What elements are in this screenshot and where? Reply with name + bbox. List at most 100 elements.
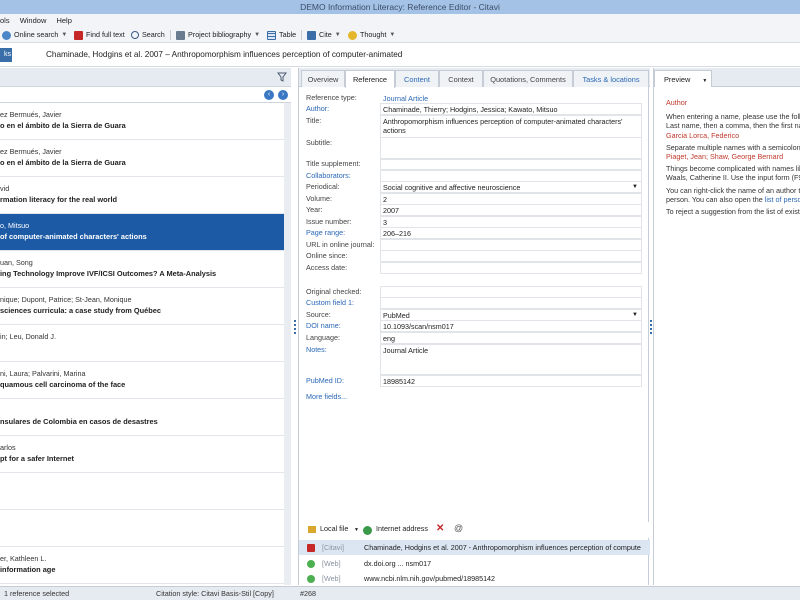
reference-list-scrollbar[interactable] [284, 103, 291, 585]
project-bibliography-button[interactable]: Project bibliography ▼ [176, 27, 260, 42]
internet-address-button[interactable]: Internet address [376, 524, 428, 533]
chevron-down-icon[interactable]: ▼ [632, 311, 638, 320]
reference-title: information age [0, 565, 56, 574]
find-full-text-button[interactable]: Find full text [74, 27, 125, 42]
reference-authors: ez Bermués, Javier [0, 147, 62, 156]
search-button[interactable]: Search [131, 27, 165, 42]
thought-bubble-icon [348, 30, 357, 40]
reference-authors: nique; Dupont, Patrice; St-Jean, Monique [0, 295, 132, 304]
reference-authors: uan, Song [0, 258, 33, 267]
reference-list-item[interactable]: ni, Laura; Palvarini, Marina quamous cell… [0, 362, 284, 399]
menu-window[interactable]: Window [20, 14, 47, 27]
reference-title: ing Technology Improve IVF/ICSI Outcomes… [0, 269, 217, 278]
field-value: PubMed [383, 311, 410, 320]
reference-list: ez Bermués, Javier o en el ámbito de la S… [0, 103, 284, 585]
reference-list-item[interactable]: vid rmation literacy for the real world [0, 177, 284, 214]
chevron-down-icon[interactable]: ▼ [632, 183, 638, 192]
pdf-icon [307, 544, 315, 552]
preview-tab-label: Preview [664, 75, 691, 84]
reference-title: pt for a safer Internet [0, 454, 74, 463]
reference-authors: vid [0, 184, 10, 193]
quick-search-bar[interactable]: ‹ › [0, 86, 291, 103]
field-input[interactable]: Social cognitive and affective neuroscie… [380, 181, 642, 193]
reference-list-item[interactable]: er, Kathleen L. information age [0, 547, 284, 584]
list-of-persons-link[interactable]: list of persons [765, 195, 800, 204]
citation-style-status[interactable]: Citation style: Citavi Basis-Stil [Copy] [156, 587, 274, 600]
delete-icon[interactable]: ✕ [436, 523, 444, 534]
attachment-row[interactable]: [Web] dx.doi.org ... nsm017 [299, 556, 650, 571]
cite-button[interactable]: Cite ▼ [307, 27, 341, 42]
tab-reference[interactable]: Reference [345, 70, 395, 88]
online-search-button[interactable]: Online search ▼ [2, 27, 68, 42]
tab-overview[interactable]: Overview [301, 70, 345, 87]
field-input[interactable]: Journal Article [380, 344, 642, 375]
field-input[interactable]: 2007 [380, 204, 642, 216]
attachments-toolbar: Local file ▼ Internet address ✕ @ [299, 522, 650, 538]
field-input[interactable] [380, 250, 642, 262]
menu-help[interactable]: Help [56, 14, 71, 27]
field-label[interactable]: Page range: [306, 228, 345, 237]
thought-button[interactable]: Thought ▼ [348, 27, 395, 42]
table-button[interactable]: Table [267, 27, 297, 42]
tab-context[interactable]: Context [439, 70, 483, 87]
at-sign-icon[interactable]: @ [454, 523, 463, 533]
field-value: eng [383, 334, 395, 343]
reference-list-item[interactable]: o, Mitsuo of computer-animated characters… [0, 214, 284, 251]
reference-list-item[interactable] [0, 510, 284, 547]
field-label[interactable]: DOI name: [306, 321, 341, 330]
reference-list-item[interactable]: nsulares de Colombia en casos de desastr… [0, 399, 284, 436]
field-input[interactable] [380, 158, 642, 170]
field-input[interactable] [380, 137, 642, 160]
field-input[interactable] [380, 262, 642, 274]
field-input[interactable]: 206–216 [380, 227, 642, 239]
field-value: Journal Article [383, 94, 429, 103]
next-arrow-icon[interactable]: › [278, 90, 288, 100]
more-fields-link[interactable]: More fields... [306, 392, 347, 401]
field-value: 18985142 [383, 377, 415, 386]
tab-quotations-comments[interactable]: Quotations, Comments [483, 70, 573, 87]
field-input[interactable]: eng [380, 332, 642, 344]
reference-list-item[interactable]: uan, Song ing Technology Improve IVF/ICSI… [0, 251, 284, 288]
tab-tasks-locations[interactable]: Tasks & locations [573, 70, 649, 87]
field-label[interactable]: Author: [306, 104, 329, 113]
tasks-button[interactable]: ks [0, 48, 12, 62]
attachment-row[interactable]: [Citavi] Chaminade, Hodgins et al. 2007 -… [299, 540, 650, 555]
online-search-label: Online search [14, 30, 59, 39]
main-toolbar: Online search ▼ Find full text Search Pr… [0, 27, 800, 43]
field-label[interactable]: Collaborators: [306, 171, 351, 180]
reference-list-item[interactable]: ez Bermués, Javier o en el ámbito de la S… [0, 140, 284, 177]
field-label[interactable]: Custom field 1: [306, 298, 354, 307]
menu-tools[interactable]: ols [0, 14, 10, 27]
local-file-button[interactable]: Local file [320, 524, 348, 533]
field-input[interactable]: Chaminade, Thierry; Hodgins, Jessica; Ka… [380, 103, 642, 115]
reference-title: o en el ámbito de la Sierra de Guara [0, 158, 126, 167]
field-label: Periodical: [306, 182, 340, 191]
field-input[interactable] [380, 297, 642, 309]
reference-list-item[interactable]: ez Bermués, Javier o en el ámbito de la S… [0, 103, 284, 140]
field-label: Original checked: [306, 287, 362, 296]
tab-content[interactable]: Content [395, 70, 439, 87]
cite-icon [307, 30, 316, 40]
window-title: DEMO Information Literacy: Reference Edi… [0, 0, 800, 14]
reference-title: o en el ámbito de la Sierra de Guara [0, 121, 126, 130]
previous-arrow-icon[interactable]: ‹ [264, 90, 274, 100]
reference-authors: in; Leu, Donald J. [0, 332, 56, 341]
attachment-row[interactable]: [Web] www.ncbi.nlm.nih.gov/pubmed/1898514… [299, 571, 650, 586]
field-label[interactable]: Notes: [306, 345, 327, 354]
field-label[interactable]: PubMed ID: [306, 376, 344, 385]
reference-list-item[interactable]: arlos pt for a safer Internet [0, 436, 284, 473]
internet-address-icon [363, 526, 372, 535]
reference-list-item[interactable] [0, 473, 284, 510]
chevron-down-icon: ▼ [61, 32, 68, 38]
field-label: Online since: [306, 251, 348, 260]
tab-preview[interactable]: Preview ▼ [654, 70, 712, 87]
reference-list-item[interactable]: in; Leu, Donald J. [0, 325, 284, 362]
help-line: Waals, Catherine II. Use the input form … [666, 173, 800, 183]
field-input[interactable]: 18985142 [380, 375, 642, 387]
table-label: Table [279, 30, 297, 39]
filter-icon[interactable] [277, 72, 287, 82]
reference-list-item[interactable]: nique; Dupont, Patrice; St-Jean, Monique… [0, 288, 284, 325]
field-input[interactable]: Anthropomorphism influences perception o… [380, 115, 642, 138]
field-input[interactable]: 10.1093/scan/nsm017 [380, 320, 642, 332]
left-splitter-handle[interactable] [293, 318, 297, 338]
